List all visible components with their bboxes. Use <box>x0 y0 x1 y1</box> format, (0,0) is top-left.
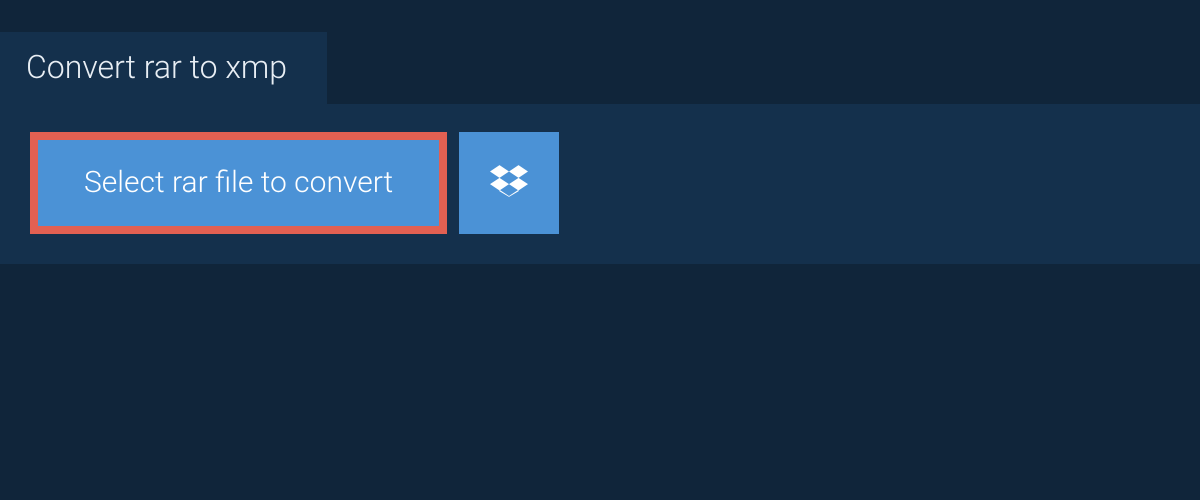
select-file-button[interactable]: Select rar file to convert <box>30 132 447 234</box>
dropbox-button[interactable] <box>459 132 559 234</box>
converter-panel: Select rar file to convert <box>0 104 1200 264</box>
file-select-row: Select rar file to convert <box>30 132 1170 234</box>
page-title-tab: Convert rar to xmp <box>0 32 327 104</box>
select-file-label: Select rar file to convert <box>84 168 393 198</box>
dropbox-icon <box>490 162 528 204</box>
page-title: Convert rar to xmp <box>26 48 287 86</box>
